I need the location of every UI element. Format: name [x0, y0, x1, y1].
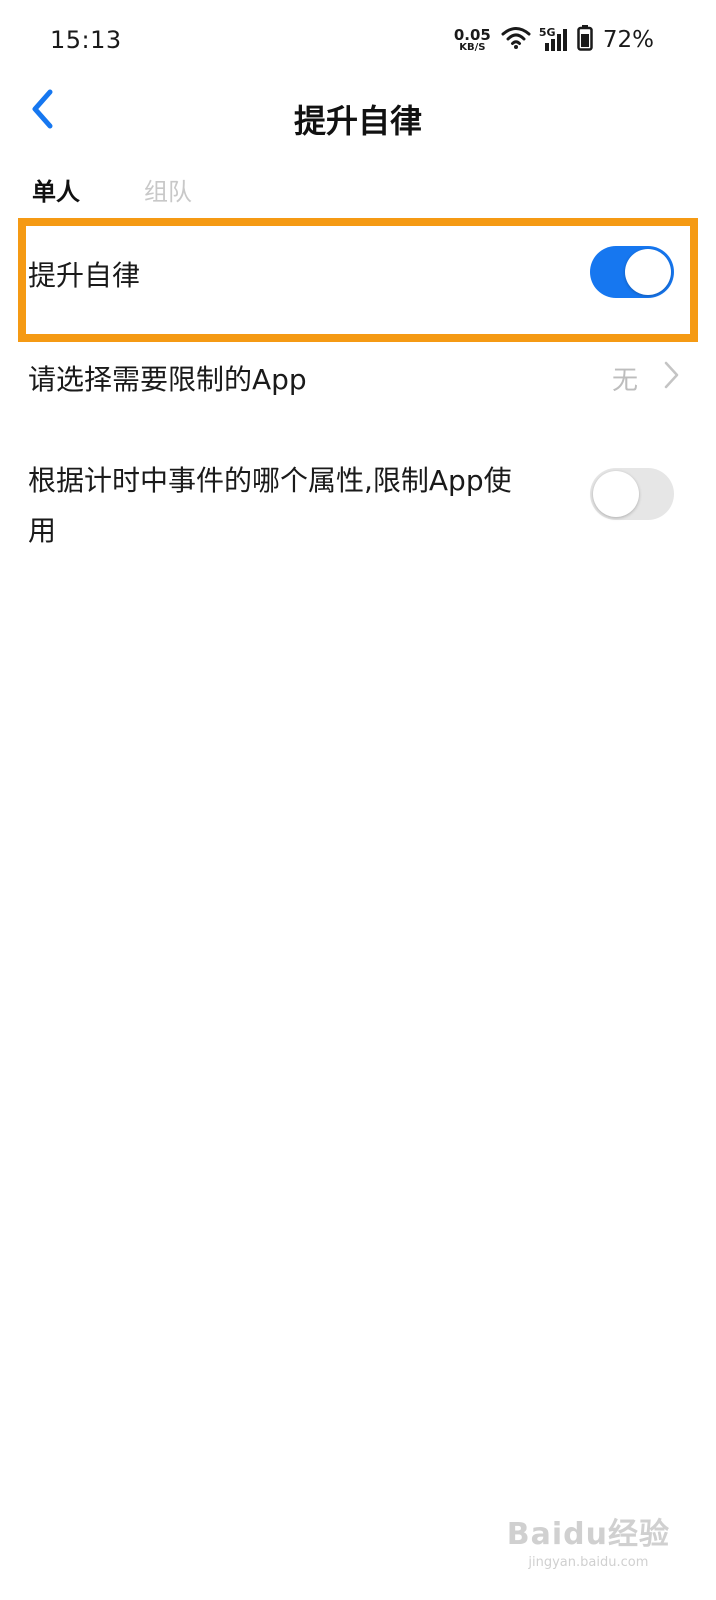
restricted-apps-label: 请选择需要限制的App: [28, 363, 307, 396]
battery-icon: [577, 25, 593, 55]
toggle-knob: [593, 471, 639, 517]
page-title: 提升自律: [293, 102, 422, 140]
status-bar: 15:13 0.05 KB/S 5G 72%: [0, 0, 716, 80]
restrict-by-attribute-row: 根据计时中事件的哪个属性,限制App使 用: [0, 444, 716, 554]
restrict-by-attribute-label: 根据计时中事件的哪个属性,限制App使 用: [28, 456, 568, 556]
self-discipline-toggle[interactable]: [590, 246, 674, 298]
network-speed-value: 0.05: [453, 25, 491, 44]
toggle-knob: [625, 249, 671, 295]
tab-single[interactable]: 单人: [32, 172, 80, 207]
self-discipline-row: 提升自律: [0, 226, 716, 318]
restricted-apps-value: 无: [611, 366, 638, 396]
restricted-apps-row[interactable]: 请选择需要限制的App 无: [0, 340, 716, 410]
watermark-url: jingyan.baidu.com: [528, 1555, 649, 1570]
wifi-icon: [501, 26, 531, 54]
watermark-brand: Baidu经验: [506, 1517, 670, 1552]
chevron-right-icon: [662, 360, 680, 390]
watermark: Baidu经验 jingyan.baidu.com: [507, 1509, 670, 1570]
status-icons: 0.05 KB/S 5G 72%: [454, 24, 654, 56]
network-speed-unit: KB/S: [459, 41, 486, 53]
self-discipline-label: 提升自律: [28, 259, 141, 292]
network-speed: 0.05 KB/S: [453, 25, 491, 53]
tab-team[interactable]: 组队: [144, 172, 192, 207]
battery-percent: 72%: [602, 27, 654, 53]
restrict-by-attribute-label-line1: 根据计时中事件的哪个属性,限制App使: [28, 464, 512, 497]
status-time: 15:13: [50, 26, 122, 54]
mode-tabs: 单人 组队: [32, 172, 192, 207]
signal-icon: 5G: [539, 27, 569, 53]
restrict-by-attribute-toggle[interactable]: [590, 468, 674, 520]
restrict-by-attribute-label-line2: 用: [28, 514, 57, 547]
